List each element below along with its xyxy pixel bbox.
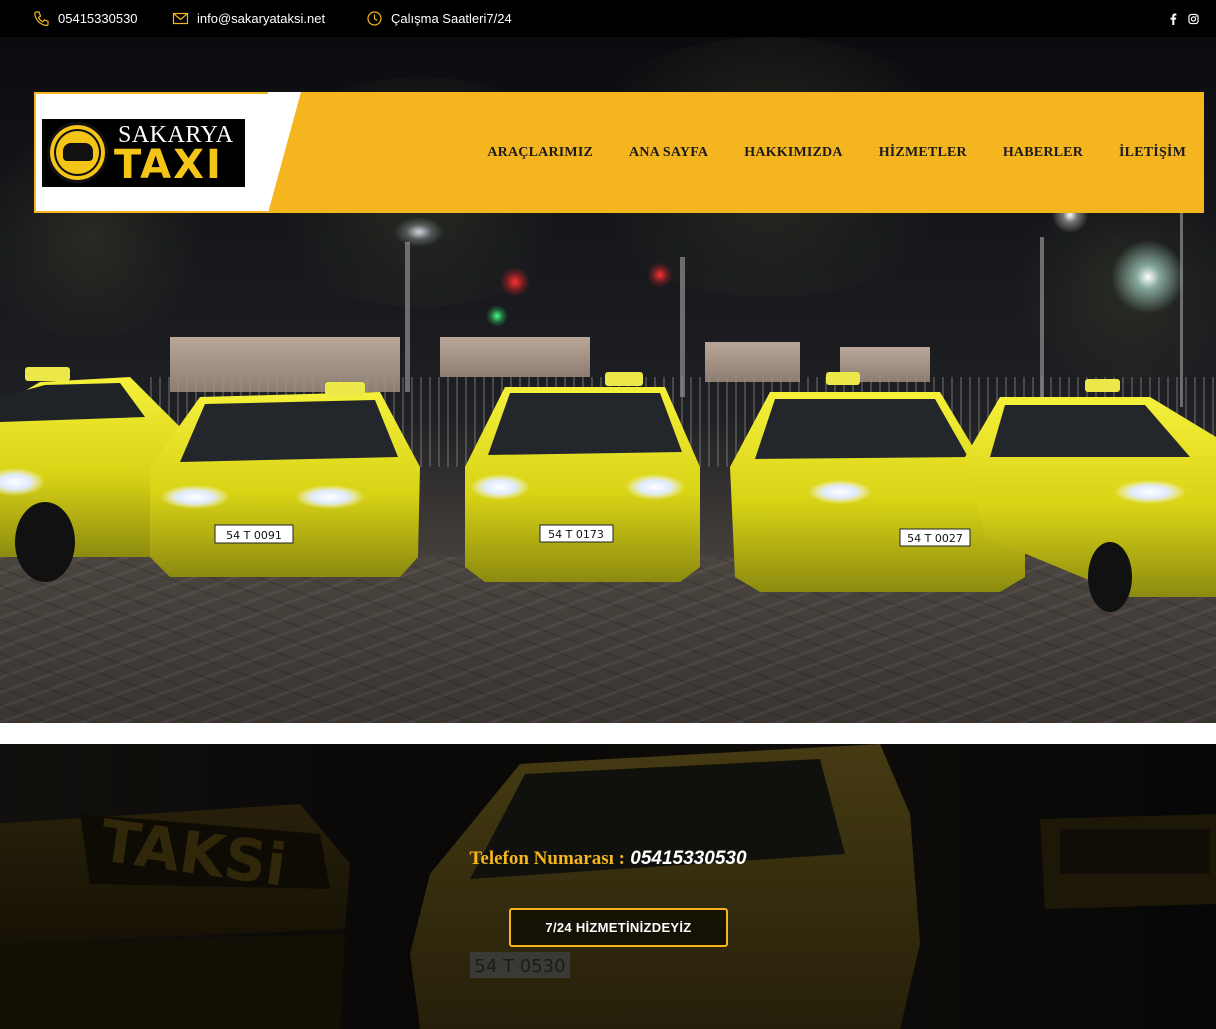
taxi-car: 54 T 0173 <box>465 372 700 582</box>
license-plate: 54 T 0091 <box>226 529 282 542</box>
taxi-wheel-icon <box>47 122 108 183</box>
taxi-car: 54 T 0091 <box>150 382 420 577</box>
phone-text: 05415330530 <box>58 11 138 26</box>
phone-icon <box>33 10 50 27</box>
top-bar: 05415330530 info@sakaryataksi.net Çalışm… <box>0 0 1216 37</box>
site-header: SAKARYA TAXI ARAÇLARIMIZ ANA SAYFA HAKKI… <box>34 92 1204 213</box>
logo-container[interactable]: SAKARYA TAXI <box>34 92 301 213</box>
nav-item-iletisim[interactable]: İLETİŞİM <box>1101 145 1204 161</box>
instagram-icon[interactable] <box>1188 13 1199 25</box>
facebook-icon[interactable] <box>1168 13 1179 25</box>
social-links <box>1168 0 1199 37</box>
email-text: info@sakaryataksi.net <box>197 11 326 26</box>
envelope-icon <box>172 10 189 27</box>
nav-item-haberler[interactable]: HABERLER <box>985 145 1101 161</box>
license-plate: 54 T 0027 <box>907 532 963 545</box>
hours-contact: Çalışma Saatleri7/24 <box>366 0 512 37</box>
phone-heading: Telefon Numarası : 05415330530 <box>0 848 1216 870</box>
nav-item-araclarimiz[interactable]: ARAÇLARIMIZ <box>469 145 611 161</box>
logo-text-taxi: TAXI <box>114 142 223 188</box>
contact-banner: TAKSi 54 T 0530 Telefon Numarası : 05415… <box>0 744 1216 1029</box>
nav-item-ana-sayfa[interactable]: ANA SAYFA <box>611 145 726 161</box>
email-contact[interactable]: info@sakaryataksi.net <box>172 0 325 37</box>
taxi-background-image: TAKSi 54 T 0530 <box>0 744 1216 1029</box>
phone-number[interactable]: 05415330530 <box>630 848 746 869</box>
nav-item-hizmetler[interactable]: HİZMETLER <box>861 145 985 161</box>
phone-contact[interactable]: 05415330530 <box>33 0 138 37</box>
clock-icon <box>366 10 383 27</box>
sakarya-taxi-logo[interactable]: SAKARYA TAXI <box>42 119 245 187</box>
nav-item-hakkimizda[interactable]: HAKKIMIZDA <box>726 145 860 161</box>
license-plate: 54 T 0173 <box>548 528 604 541</box>
service-button[interactable]: 7/24 HİZMETİNİZDEYİZ <box>509 908 728 947</box>
phone-label: Telefon Numarası : <box>469 848 625 869</box>
hours-text: Çalışma Saatleri7/24 <box>391 11 512 26</box>
main-nav: ARAÇLARIMIZ ANA SAYFA HAKKIMIZDA HİZMETL… <box>469 92 1204 213</box>
